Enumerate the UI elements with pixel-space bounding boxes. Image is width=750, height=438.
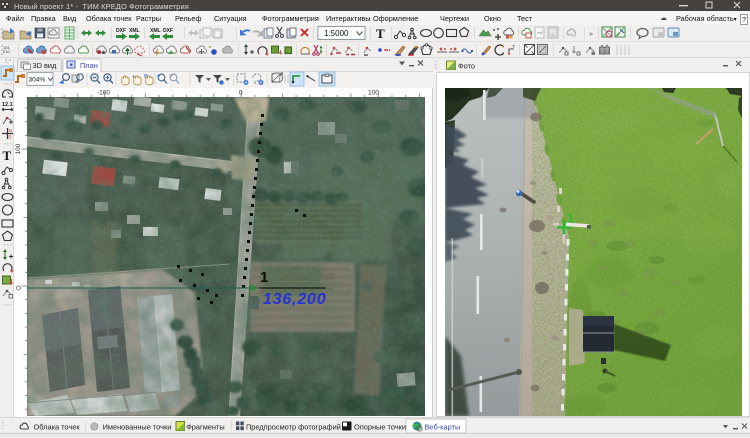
svg-text:?: ? <box>512 45 515 51</box>
svg-text:T: T <box>3 148 12 163</box>
svg-text:XML: XML <box>150 28 161 34</box>
svg-text:DXF: DXF <box>163 28 173 34</box>
svg-text:1:5000: 1:5000 <box>324 29 349 38</box>
svg-text:3D вид: 3D вид <box>33 61 58 70</box>
svg-text:E: E <box>9 135 12 140</box>
svg-text:Опорные точки: Опорные точки <box>354 423 406 432</box>
svg-text:Фрагменты: Фрагменты <box>186 423 225 432</box>
svg-text:010: 010 <box>3 49 10 54</box>
svg-text:DXF: DXF <box>116 28 126 34</box>
svg-text:Именованные точки: Именованные точки <box>103 423 172 432</box>
svg-text:»: » <box>589 31 593 38</box>
svg-text:Предпросмотр фотографий: Предпросмотр фотографий <box>246 423 341 432</box>
svg-text:100: 100 <box>368 90 379 97</box>
svg-text:Фото: Фото <box>458 62 475 71</box>
svg-text:T: T <box>376 26 385 41</box>
svg-text:-100: -100 <box>97 90 110 97</box>
svg-text:XML: XML <box>129 28 140 34</box>
svg-text:План: План <box>80 61 98 70</box>
svg-text:12.1: 12.1 <box>2 102 13 108</box>
svg-text:304%: 304% <box>29 77 46 84</box>
svg-text:Облака точек: Облака точек <box>34 423 81 432</box>
svg-text:N: N <box>9 128 12 133</box>
svg-text:100: 100 <box>15 143 22 154</box>
svg-text:Веб-карты: Веб-карты <box>425 423 461 432</box>
svg-text:0: 0 <box>239 90 243 97</box>
